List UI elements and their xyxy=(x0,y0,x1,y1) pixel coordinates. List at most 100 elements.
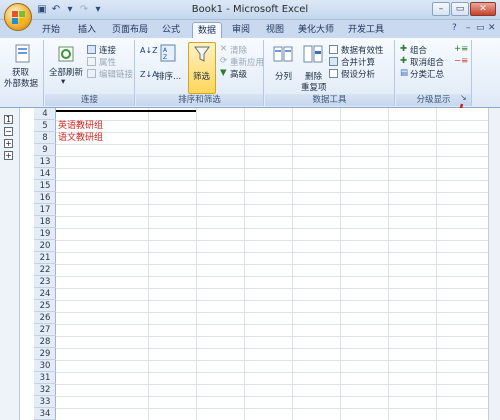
row-header[interactable]: 21 xyxy=(34,252,56,264)
row-header[interactable]: 16 xyxy=(34,192,56,204)
row-header[interactable]: 27 xyxy=(34,324,56,336)
refresh-dropdown-icon[interactable]: ▾ xyxy=(61,77,65,87)
row-gridline xyxy=(56,300,488,301)
window-title: Book1 - Microsoft Excel xyxy=(191,4,309,15)
remove-duplicates-label2[interactable]: 重复项 xyxy=(301,81,327,93)
row-header[interactable]: 32 xyxy=(34,384,56,396)
show-detail-icon[interactable]: +≡ xyxy=(454,44,468,54)
row-header[interactable]: 28 xyxy=(34,336,56,348)
clear-button[interactable]: 清除 xyxy=(230,44,247,56)
properties-icon xyxy=(87,57,96,66)
row-header[interactable]: 17 xyxy=(34,204,56,216)
sort-asc-icon[interactable]: A↓Z xyxy=(140,46,158,55)
consolidate-button[interactable]: 合并计算 xyxy=(341,56,375,68)
tab-data[interactable]: 数据 xyxy=(192,22,222,39)
minimize-button[interactable]: – xyxy=(432,2,450,16)
what-if-icon xyxy=(329,69,338,78)
advanced-button[interactable]: 高级 xyxy=(230,68,247,80)
row-header[interactable]: 23 xyxy=(34,276,56,288)
refresh-all-button[interactable]: 全部刷新 xyxy=(49,66,83,78)
row-header[interactable]: 19 xyxy=(34,228,56,240)
wb-restore-icon[interactable]: ▭ xyxy=(476,23,485,33)
tab-page-layout[interactable]: 页面布局 xyxy=(110,22,150,39)
edit-links-button[interactable]: 编辑链接 xyxy=(99,68,133,80)
restore-button[interactable]: ▭ xyxy=(451,2,469,16)
undo-icon[interactable]: ↶ xyxy=(50,4,62,16)
sort-desc-icon[interactable]: Z↓A xyxy=(140,70,158,79)
help-icon[interactable]: ? xyxy=(452,23,457,33)
redo-icon[interactable]: ↷ xyxy=(78,4,90,16)
tab-formulas[interactable]: 公式 xyxy=(158,22,184,39)
cell-a5[interactable]: 英语教研组 xyxy=(58,120,103,132)
row-header[interactable]: 14 xyxy=(34,168,56,180)
data-validation-button[interactable]: 数据有效性 xyxy=(341,44,384,56)
sort-button[interactable]: 排序... xyxy=(156,70,181,82)
text-to-columns-button[interactable]: 分列 xyxy=(275,70,292,82)
reapply-button[interactable]: 重新应用 xyxy=(230,56,264,68)
hide-detail-icon[interactable]: −≡ xyxy=(454,56,468,66)
sort-icon: AZ xyxy=(160,44,176,62)
group-label-sort-filter: 排序和筛选 xyxy=(136,94,263,106)
selection-border xyxy=(56,110,196,112)
expand-icon[interactable]: + xyxy=(4,151,13,160)
what-if-button[interactable]: 假设分析 xyxy=(341,68,375,80)
text-to-columns-icon xyxy=(273,46,293,62)
properties-button[interactable]: 属性 xyxy=(99,56,116,68)
ungroup-button[interactable]: 取消组合 xyxy=(410,56,444,68)
row-header[interactable]: 5 xyxy=(34,120,56,132)
row-header[interactable]: 30 xyxy=(34,360,56,372)
clear-icon[interactable]: ✕ xyxy=(220,44,227,54)
advanced-icon[interactable]: ▼ xyxy=(220,68,227,78)
reapply-icon[interactable]: ⟳ xyxy=(220,56,227,66)
tab-home[interactable]: 开始 xyxy=(38,22,64,39)
row-header[interactable]: 29 xyxy=(34,348,56,360)
office-button[interactable] xyxy=(4,3,32,31)
row-header[interactable]: 34 xyxy=(34,408,56,420)
row-header[interactable]: 13 xyxy=(34,156,56,168)
group-connections: 全部刷新 ▾ 连接 属性 编辑链接 连接 xyxy=(45,40,135,106)
row-header[interactable]: 4 xyxy=(34,108,56,120)
level-1-button[interactable]: 1 xyxy=(4,115,13,124)
row-header[interactable]: 31 xyxy=(34,372,56,384)
get-external-label2[interactable]: 外部数据 xyxy=(4,77,38,89)
customize-quick-access-icon[interactable]: ▾ xyxy=(92,4,104,16)
wb-close-icon[interactable]: ✕ xyxy=(488,23,496,33)
row-gridline xyxy=(56,372,488,373)
edit-links-icon xyxy=(87,69,96,78)
filter-button[interactable]: 筛选 xyxy=(193,70,210,82)
row-gridline xyxy=(56,408,488,409)
cell-a8[interactable]: 语文教研组 xyxy=(58,132,103,144)
row-header[interactable]: 33 xyxy=(34,396,56,408)
save-icon[interactable]: ▣ xyxy=(36,4,48,16)
row-header[interactable]: 26 xyxy=(34,312,56,324)
row-header[interactable]: 8 xyxy=(34,132,56,144)
tab-view[interactable]: 视图 xyxy=(262,22,288,39)
undo-dropdown-icon[interactable]: ▾ xyxy=(64,4,76,16)
group-button[interactable]: 组合 xyxy=(410,44,427,56)
row-header[interactable]: 22 xyxy=(34,264,56,276)
row-header[interactable]: 25 xyxy=(34,300,56,312)
svg-text:Z: Z xyxy=(163,54,167,61)
close-button[interactable]: ✕ xyxy=(470,2,496,16)
row-header[interactable]: 20 xyxy=(34,240,56,252)
refresh-all-icon xyxy=(58,46,74,62)
collapse-icon[interactable]: − xyxy=(4,127,13,136)
subtotal-button[interactable]: 分类汇总 xyxy=(410,68,444,80)
expand-icon[interactable]: + xyxy=(4,139,13,148)
tab-review[interactable]: 审阅 xyxy=(228,22,254,39)
row-gridline xyxy=(56,204,488,205)
tab-beautify-master[interactable]: 美化大师 xyxy=(296,22,336,39)
row-header[interactable]: 15 xyxy=(34,180,56,192)
wb-minimize-icon[interactable]: – xyxy=(466,23,471,33)
tab-insert[interactable]: 插入 xyxy=(74,22,100,39)
row-gridline xyxy=(56,360,488,361)
tab-developer[interactable]: 开发工具 xyxy=(346,22,386,39)
group-sort-filter: A↓Z Z↓A AZ 排序... 筛选 ✕ 清除 ⟳ 重新应用 ▼ 高级 排序和… xyxy=(136,40,264,106)
row-header[interactable]: 24 xyxy=(34,288,56,300)
row-header[interactable]: 9 xyxy=(34,144,56,156)
row-header[interactable]: 18 xyxy=(34,216,56,228)
vertical-scrollbar[interactable] xyxy=(488,108,500,420)
row-gridline xyxy=(56,216,488,217)
connections-button[interactable]: 连接 xyxy=(99,44,116,56)
row-gridline xyxy=(56,180,488,181)
